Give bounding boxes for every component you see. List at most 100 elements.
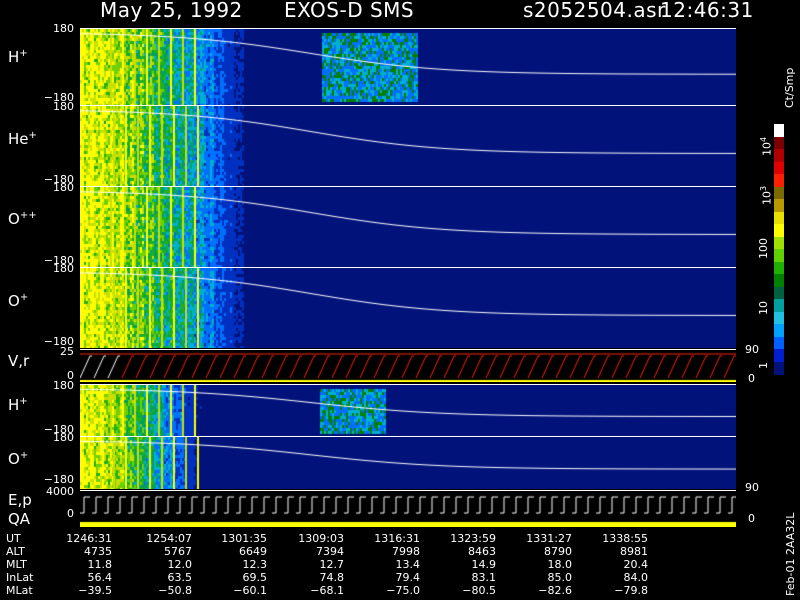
y-tick: 0 xyxy=(67,507,74,520)
colorbar-swatch xyxy=(774,199,784,212)
heatmap-canvas xyxy=(80,385,736,436)
panel-label-lower-h-plus: H+ xyxy=(8,396,28,414)
ephemeris-cell: 5767 xyxy=(164,545,192,558)
ephemeris-row-label: MLat xyxy=(6,584,33,597)
y-tick: −180 xyxy=(43,473,74,486)
ephemeris-row-label: MLT xyxy=(6,558,27,571)
colorbar-swatch xyxy=(774,349,784,362)
y-tick: 180 xyxy=(53,431,74,444)
colorbar-swatch xyxy=(774,361,784,375)
ephemeris-cell: 1301:35 xyxy=(221,532,267,545)
heatmap-panel-he-plus xyxy=(80,105,736,186)
colorbar-swatch xyxy=(774,299,784,312)
ephemeris-cell: 18.0 xyxy=(547,558,573,571)
heatmap-canvas xyxy=(80,437,736,489)
ephemeris-cell: 74.8 xyxy=(319,571,345,584)
ephemeris-cell: 6649 xyxy=(239,545,267,558)
ephemeris-row-label: UT xyxy=(6,532,21,545)
ephemeris-cell: 12.0 xyxy=(167,558,193,571)
ephemeris-cell: 1316:31 xyxy=(374,532,420,545)
colorbar xyxy=(774,124,784,375)
heatmap-canvas xyxy=(80,29,736,105)
colorbar-swatch xyxy=(774,249,784,262)
y-tick: 180 xyxy=(53,22,74,35)
footer-side-label: Feb-01 2AA32L xyxy=(784,512,797,596)
heatmap-panel-lower-h-plus xyxy=(80,384,736,436)
colorbar-swatch xyxy=(774,174,784,187)
heatmap-canvas xyxy=(80,187,736,267)
ephemeris-cell: 85.0 xyxy=(547,571,573,584)
ephemeris-cell: 12.3 xyxy=(242,558,268,571)
right-tick: 90 xyxy=(745,481,759,494)
right-tick: 0 xyxy=(748,512,755,525)
ep-panel xyxy=(80,490,736,527)
ephemeris-cell: 1254:07 xyxy=(146,532,192,545)
ephemeris-cell: 7394 xyxy=(316,545,344,558)
colorbar-swatch xyxy=(774,161,784,175)
ephemeris-cell: −68.1 xyxy=(310,584,344,597)
ephemeris-row-label: InLat xyxy=(6,571,34,584)
panel-label-o-plusplus: O++ xyxy=(8,210,37,228)
y-tick: 180 xyxy=(53,262,74,275)
ephemeris-cell: 12.7 xyxy=(319,558,345,571)
colorbar-swatch xyxy=(774,324,784,337)
colorbar-unit: Ct/Smp xyxy=(783,67,796,108)
chart-mission: EXOS-D SMS xyxy=(284,0,415,22)
header-time: 12:46:31 xyxy=(660,0,754,22)
panel-label-he-plus: He+ xyxy=(8,130,37,148)
ephemeris-cell: 84.0 xyxy=(623,571,649,584)
heatmap-panel-lower-o-plus xyxy=(80,436,736,489)
ephemeris-cell: 1246:31 xyxy=(66,532,112,545)
right-tick: 90 xyxy=(745,343,759,356)
ephemeris-cell: 20.4 xyxy=(623,558,649,571)
y-tick: 180 xyxy=(53,100,74,113)
colorbar-swatch xyxy=(774,311,784,325)
heatmap-canvas xyxy=(80,268,736,348)
ephemeris-cell: −75.0 xyxy=(386,584,420,597)
ephemeris-cell: −39.5 xyxy=(78,584,112,597)
heatmap-canvas xyxy=(80,106,736,186)
colorbar-swatch xyxy=(774,124,784,137)
colorbar-tick: 10 xyxy=(757,301,770,315)
colorbar-swatch xyxy=(774,211,784,225)
colorbar-tick: 103 xyxy=(759,185,774,205)
ephemeris-cell: 14.9 xyxy=(471,558,497,571)
panel-label-o-plus: O+ xyxy=(8,292,29,310)
y-tick: 180 xyxy=(53,379,74,392)
colorbar-swatch xyxy=(774,186,784,200)
colorbar-swatch xyxy=(774,149,784,162)
chart-date: May 25, 1992 xyxy=(100,0,243,22)
ephemeris-cell: −82.6 xyxy=(538,584,572,597)
ephemeris-cell: −79.8 xyxy=(614,584,648,597)
colorbar-tick: 104 xyxy=(759,136,774,156)
panel-label-lower-o-plus: O+ xyxy=(8,450,29,468)
ephemeris-cell: −50.8 xyxy=(158,584,192,597)
file-name: s2052504.asr xyxy=(523,0,666,22)
right-tick: 0 xyxy=(748,372,755,385)
heatmap-panel-o-plusplus xyxy=(80,186,736,267)
ephemeris-cell: −80.5 xyxy=(462,584,496,597)
ephemeris-cell: 7998 xyxy=(392,545,420,558)
ephemeris-cell: 79.4 xyxy=(395,571,421,584)
colorbar-swatch xyxy=(774,236,784,250)
vr-panel xyxy=(80,349,736,382)
ephemeris-cell: 8790 xyxy=(544,545,572,558)
ephemeris-cell: 13.4 xyxy=(395,558,421,571)
y-tick: 180 xyxy=(53,181,74,194)
y-tick: 4000 xyxy=(46,485,74,498)
ephemeris-cell: 4735 xyxy=(84,545,112,558)
y-tick: 25 xyxy=(60,345,74,358)
colorbar-swatch xyxy=(774,336,784,350)
colorbar-swatch xyxy=(774,136,784,150)
heatmap-panel-o-plus xyxy=(80,267,736,348)
ephemeris-cell: 69.5 xyxy=(242,571,268,584)
ephemeris-cell: 1309:03 xyxy=(298,532,344,545)
ephemeris-row-label: ALT xyxy=(6,545,25,558)
ephemeris-cell: 1338:55 xyxy=(602,532,648,545)
heatmap-panel-h-plus xyxy=(80,28,736,105)
vr-canvas xyxy=(80,350,736,382)
colorbar-tick: 1 xyxy=(757,362,770,369)
ephemeris-cell: 63.5 xyxy=(167,571,193,584)
colorbar-swatch xyxy=(774,274,784,287)
ephemeris-cell: −60.1 xyxy=(233,584,267,597)
